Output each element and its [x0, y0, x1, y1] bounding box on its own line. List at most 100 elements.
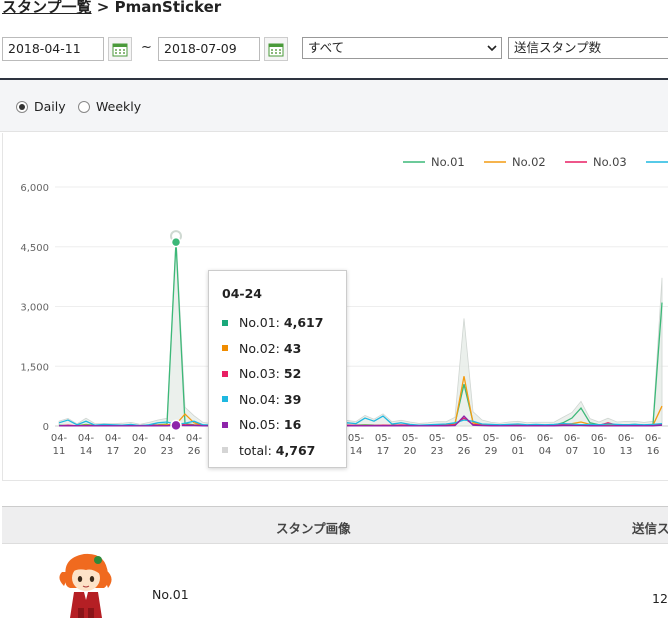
x-tick-label: 14	[350, 446, 363, 457]
end-date-input[interactable]: 2018-07-09	[158, 37, 260, 61]
x-tick-label: 06-	[537, 433, 554, 444]
tooltip-row: No.01: 4,617	[222, 315, 323, 330]
sticker-image[interactable]	[58, 548, 114, 618]
tooltip-row: No.05: 16	[222, 417, 301, 432]
x-tick-label: 04	[539, 446, 552, 457]
series-line-no01	[58, 242, 663, 427]
tooltip-value: 43	[283, 340, 302, 356]
column-header-count: 送信ス	[632, 521, 668, 536]
x-tick-label: 06-	[564, 433, 581, 444]
tooltip-label: total:	[239, 442, 272, 458]
end-calendar-icon[interactable]	[264, 37, 288, 61]
weekly-radio-dot	[78, 100, 90, 113]
period-selector: Daily Weekly	[0, 80, 668, 132]
tooltip-swatch	[222, 396, 228, 402]
x-tick-label: 07	[566, 446, 579, 457]
tooltip-value: 4,617	[283, 315, 324, 330]
x-tick-label: 06-	[591, 433, 608, 444]
x-tick-label: 04-	[186, 433, 203, 444]
date-range-separator: ~	[141, 40, 152, 55]
x-tick-label: 05-	[375, 433, 392, 444]
x-tick-label: 23	[161, 446, 174, 457]
x-tick-label: 01	[512, 446, 525, 457]
category-select[interactable]: すべて	[302, 37, 502, 59]
tooltip-row: total: 4,767	[222, 443, 315, 458]
x-tick-label: 06-	[618, 433, 635, 444]
y-tick-label: 4,500	[20, 243, 49, 254]
weekly-radio[interactable]: Weekly	[78, 99, 141, 114]
y-tick-label: 0	[43, 422, 49, 433]
page-title: スタンプ一覧 > PmanSticker	[2, 0, 221, 17]
weekly-label: Weekly	[96, 99, 142, 114]
x-tick-label: 04-	[78, 433, 95, 444]
x-tick-label: 20	[404, 446, 417, 457]
sticker-name-cell: No.01	[152, 587, 189, 602]
x-tick-label: 17	[377, 446, 390, 457]
metric-select[interactable]: 送信スタンプ数	[508, 37, 668, 59]
x-tick-label: 04-	[51, 433, 68, 444]
x-tick-label: 20	[134, 446, 147, 457]
tooltip-date: 04-24	[222, 286, 262, 301]
legend-label: No.02	[512, 155, 546, 169]
x-tick-label: 06-	[510, 433, 527, 444]
daily-radio[interactable]: Daily	[16, 99, 66, 114]
legend-label: No.03	[593, 155, 627, 169]
table-header: スタンプ画像 送信ス	[2, 506, 668, 544]
tooltip-value: 16	[283, 417, 302, 432]
x-tick-label: 05-	[429, 433, 446, 444]
x-tick-label: 05-	[402, 433, 419, 444]
x-tick-label: 05-	[483, 433, 500, 444]
x-tick-label: 26	[458, 446, 471, 457]
x-tick-label: 16	[647, 446, 660, 457]
tooltip-swatch	[222, 421, 228, 428]
x-tick-label: 04-	[132, 433, 149, 444]
tooltip-value: 52	[283, 366, 302, 381]
tooltip-value: 4,767	[275, 442, 316, 458]
tooltip-label: No.02:	[239, 340, 280, 356]
chart-tooltip: 04-24 No.01: 4,617 No.02: 43 No.03: 52 No.04: 3…	[208, 270, 347, 468]
tooltip-row: No.02: 43	[222, 341, 301, 356]
x-tick-label: 06-	[645, 433, 662, 444]
breadcrumb-separator: >	[96, 0, 110, 16]
tooltip-swatch	[222, 447, 228, 453]
start-date-input[interactable]: 2018-04-11	[2, 37, 104, 61]
tooltip-label: No.05:	[239, 417, 280, 432]
x-tick-label: 11	[53, 446, 66, 457]
chevron-down-icon	[487, 45, 497, 52]
series-hover-marker	[170, 419, 182, 432]
x-tick-label: 29	[485, 446, 498, 457]
metric-select-value: 送信スタンプ数	[514, 40, 602, 55]
x-tick-label: 04-	[105, 433, 122, 444]
x-tick-label: 05-	[456, 433, 473, 444]
x-tick-label: 26	[188, 446, 201, 457]
column-header-image: スタンプ画像	[276, 521, 351, 536]
tooltip-swatch	[222, 370, 228, 377]
tooltip-value: 39	[283, 391, 302, 407]
legend-label: No.01	[431, 155, 465, 169]
daily-label: Daily	[34, 99, 66, 114]
daily-radio-dot	[16, 100, 28, 113]
tooltip-swatch	[222, 319, 228, 326]
category-select-value: すべて	[308, 40, 345, 55]
tooltip-row: No.04: 39	[222, 392, 301, 407]
x-tick-label: 14	[80, 446, 93, 457]
y-tick-label: 1,500	[20, 362, 49, 373]
x-tick-label: 04-	[159, 433, 176, 444]
tooltip-row: No.03: 52	[222, 366, 301, 381]
tooltip-label: No.01:	[239, 315, 280, 330]
tooltip-swatch	[222, 345, 228, 351]
tooltip-label: No.04:	[239, 391, 280, 407]
tooltip-label: No.03:	[239, 366, 280, 381]
x-tick-label: 05-	[348, 433, 365, 444]
sticker-count-cell: 12	[652, 591, 668, 606]
start-calendar-icon[interactable]	[108, 37, 132, 61]
series-hover-marker	[170, 236, 182, 248]
y-tick-label: 3,000	[20, 303, 49, 314]
x-tick-label: 17	[107, 446, 120, 457]
x-tick-label: 10	[593, 446, 606, 457]
x-tick-label: 23	[431, 446, 444, 457]
x-tick-label: 13	[620, 446, 633, 457]
sticker-name: PmanSticker	[114, 0, 222, 16]
total-area	[58, 236, 663, 427]
breadcrumb-stamp-list-link[interactable]: スタンプ一覧	[2, 0, 92, 16]
